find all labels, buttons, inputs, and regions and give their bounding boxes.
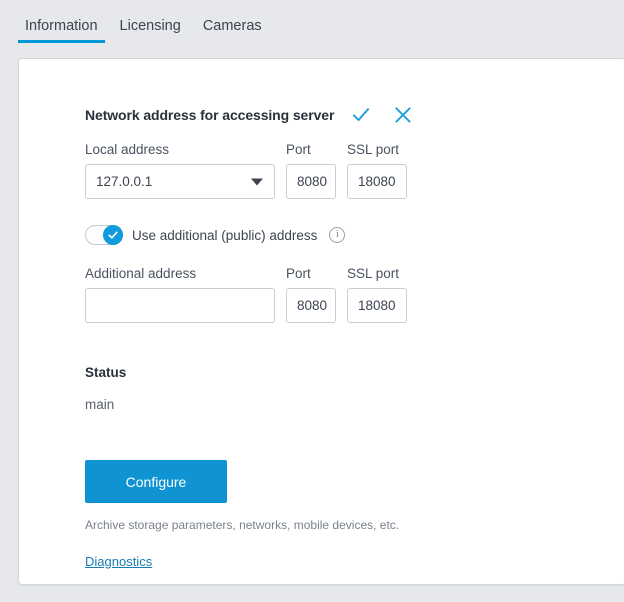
section-title: Network address for accessing server [85,107,335,123]
configure-button[interactable]: Configure [85,460,227,503]
content-card: Network address for accessing server Loc… [18,58,624,585]
status-title: Status [85,365,127,380]
local-ssl-port-field: SSL port 18080 [347,141,407,199]
local-address-field: Local address 127.0.0.1 [85,141,275,199]
section-header: Network address for accessing server [85,103,624,127]
local-port-label: Port [286,142,311,157]
local-address-row: Local address 127.0.0.1 Port 8080 SSL po… [85,141,624,199]
tab-information-label: Information [25,18,98,34]
active-tab-indicator [18,40,105,43]
local-address-value: 127.0.0.1 [96,174,153,189]
local-address-select[interactable]: 127.0.0.1 [85,164,275,199]
toggle-knob [103,225,123,245]
tab-bar: Information Licensing Cameras [0,0,624,49]
local-port-input[interactable]: 8080 [286,164,336,199]
additional-port-value: 8080 [297,298,328,313]
local-ssl-port-value: 18080 [358,174,396,189]
use-additional-address-row: Use additional (public) address i [85,225,624,245]
use-additional-address-label: Use additional (public) address [132,227,318,243]
info-icon-glyph: i [335,229,339,240]
additional-port-input[interactable]: 8080 [286,288,336,323]
additional-address-field: Additional address [85,265,275,323]
additional-address-row: Additional address Port 8080 SSL port 18… [85,265,624,323]
status-value: main [85,397,115,412]
additional-address-input[interactable] [85,288,275,323]
additional-port-label: Port [286,266,311,281]
check-icon[interactable] [346,103,376,127]
chevron-down-icon [251,178,263,185]
tab-information[interactable]: Information [14,16,109,49]
additional-ssl-port-input[interactable]: 18080 [347,288,407,323]
additional-ssl-port-field: SSL port 18080 [347,265,407,323]
info-icon[interactable]: i [329,227,346,243]
diagnostics-link[interactable]: Diagnostics [85,554,152,569]
tab-licensing[interactable]: Licensing [109,16,192,49]
local-ssl-port-label: SSL port [347,142,400,157]
configure-hint-text: Archive storage parameters, networks, mo… [85,518,400,532]
local-address-label: Local address [85,142,170,157]
local-ssl-port-input[interactable]: 18080 [347,164,407,199]
tab-cameras[interactable]: Cameras [192,16,273,49]
tab-licensing-label: Licensing [119,18,181,34]
additional-ssl-port-label: SSL port [347,266,400,281]
additional-ssl-port-value: 18080 [358,298,396,313]
use-additional-address-toggle[interactable] [85,225,123,245]
local-port-field: Port 8080 [286,141,336,199]
additional-port-field: Port 8080 [286,265,336,323]
additional-address-label: Additional address [85,266,197,281]
local-port-value: 8080 [297,174,328,189]
close-icon[interactable] [388,103,418,127]
card-inner: Network address for accessing server Loc… [19,59,624,569]
tab-cameras-label: Cameras [202,18,262,34]
